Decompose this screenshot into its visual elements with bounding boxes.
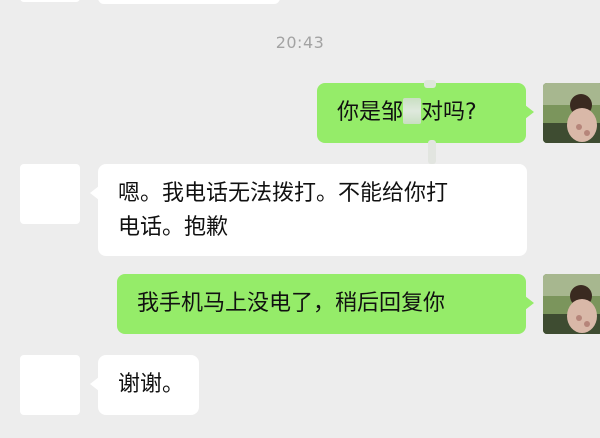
message-text-line: 嗯。我电话无法拨打。不能给你打 xyxy=(118,181,449,206)
message-text: 我手机马上没电了，稍后回复你 xyxy=(137,291,446,316)
outgoing-message-bubble[interactable]: 你是邹 对吗? xyxy=(317,83,534,143)
contact-avatar[interactable] xyxy=(20,355,80,415)
outgoing-message-bubble[interactable]: 我手机马上没电了，稍后回复你 xyxy=(117,274,534,334)
previous-message-bubble-partial[interactable] xyxy=(98,0,280,4)
redacted-name-mosaic xyxy=(403,98,422,124)
message-text: 对吗? xyxy=(421,100,477,125)
child-photo-icon xyxy=(543,274,600,334)
incoming-message-bubble[interactable]: 嗯。我电话无法拨打。不能给你打 电话。抱歉 xyxy=(90,164,527,256)
message-text: 谢谢。 xyxy=(118,372,185,397)
mosaic-artifact xyxy=(428,140,436,164)
my-avatar[interactable] xyxy=(543,83,600,143)
contact-avatar-partial[interactable] xyxy=(20,0,80,2)
chat-window: 20:43 你是邹 对吗? 嗯。我电话无法拨打。不能给你打 电话。抱歉 我手机马上… xyxy=(0,0,600,438)
child-photo-icon xyxy=(543,83,600,143)
message-text-line: 电话。抱歉 xyxy=(118,215,229,240)
mosaic-artifact xyxy=(424,80,436,88)
incoming-message-bubble[interactable]: 谢谢。 xyxy=(90,355,199,415)
contact-avatar[interactable] xyxy=(20,164,80,224)
my-avatar[interactable] xyxy=(543,274,600,334)
message-timestamp: 20:43 xyxy=(275,33,325,52)
message-text: 你是邹 xyxy=(337,100,404,125)
